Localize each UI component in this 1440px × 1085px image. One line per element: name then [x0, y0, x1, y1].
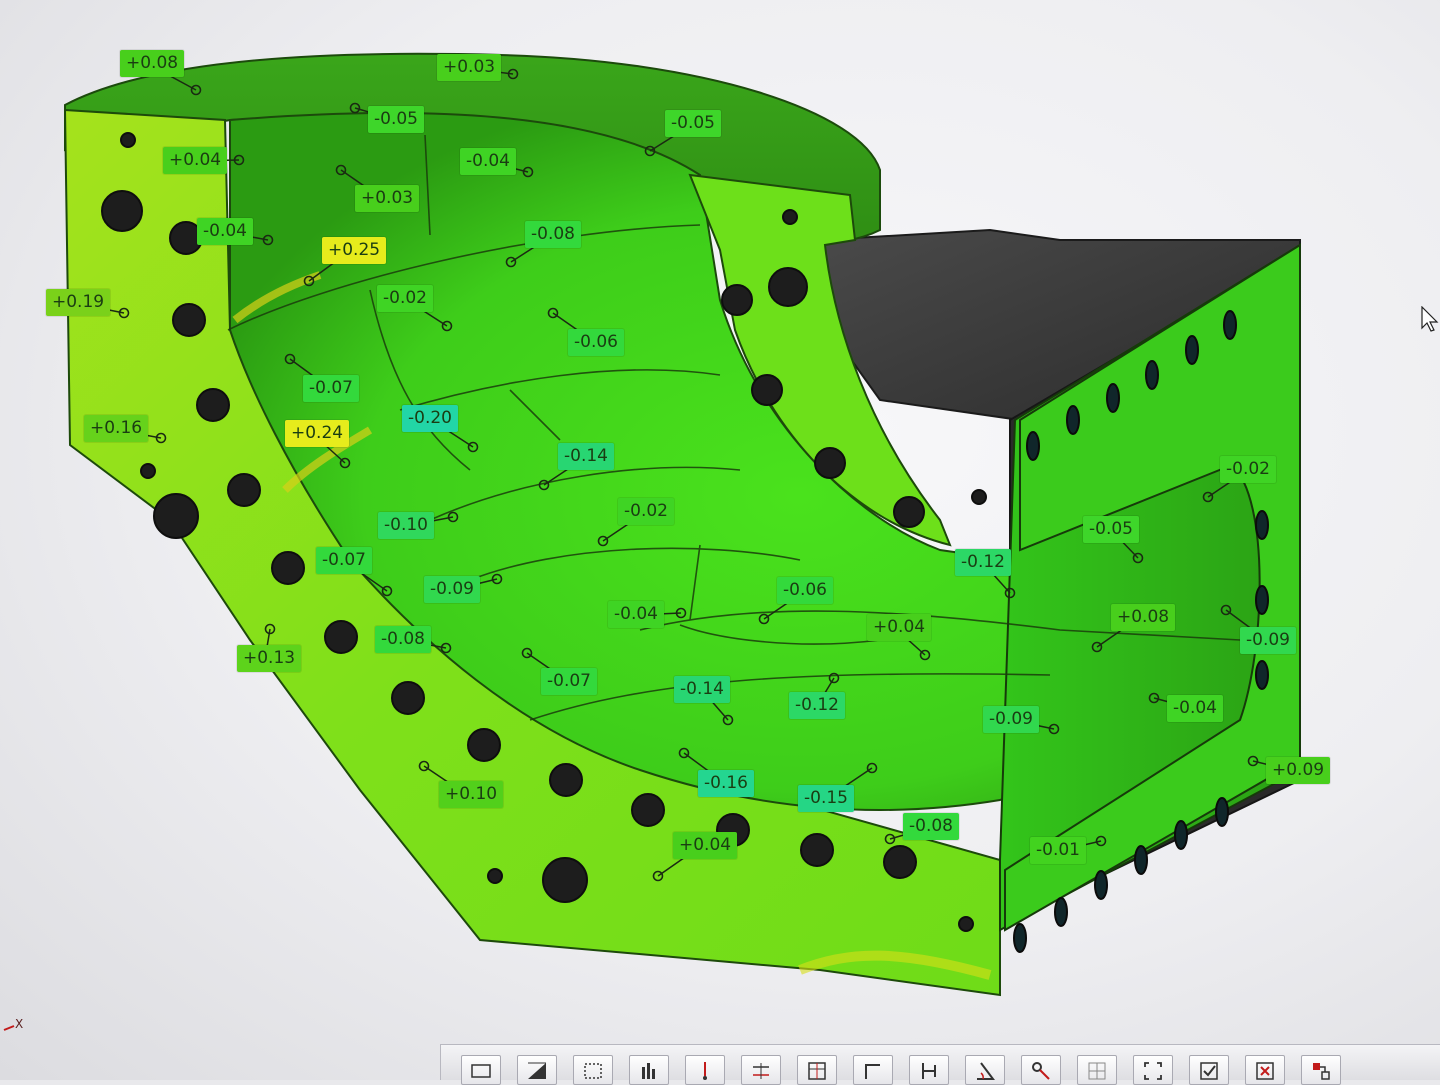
deviation-callout[interactable]: -0.08 — [903, 813, 959, 840]
deviation-callout[interactable]: +0.08 — [120, 50, 185, 77]
deviation-callout[interactable]: +0.13 — [237, 645, 302, 672]
fit-button[interactable] — [1133, 1055, 1173, 1085]
deviation-callout[interactable]: -0.05 — [368, 106, 424, 133]
report-table-icon — [808, 1062, 826, 1080]
delete-report-button[interactable] — [1245, 1055, 1285, 1085]
deviation-callout[interactable]: -0.12 — [789, 692, 845, 719]
histogram-icon — [642, 1063, 655, 1079]
align-icon — [1032, 1062, 1050, 1080]
shade-button[interactable] — [517, 1055, 557, 1085]
mouse-cursor-icon — [1421, 306, 1439, 332]
deviation-callout[interactable]: -0.07 — [316, 547, 372, 574]
tolerance-icon — [753, 1063, 769, 1079]
section-button[interactable] — [853, 1055, 893, 1085]
check-report-button[interactable] — [1189, 1055, 1229, 1085]
grid-button[interactable] — [1077, 1055, 1117, 1085]
deviation-callout[interactable]: -0.10 — [378, 512, 434, 539]
deviation-callout[interactable]: -0.04 — [460, 148, 516, 175]
select-box-button[interactable] — [573, 1055, 613, 1085]
deviation-callout[interactable]: +0.08 — [1111, 604, 1176, 631]
deviation-callout[interactable]: +0.04 — [867, 614, 932, 641]
deviation-callout[interactable]: -0.06 — [777, 577, 833, 604]
grid-icon — [1088, 1062, 1106, 1080]
deviation-callout[interactable]: +0.03 — [355, 185, 420, 212]
deviation-callout[interactable]: -0.09 — [1240, 627, 1296, 654]
deviation-callout[interactable]: +0.24 — [285, 420, 350, 447]
deviation-callout[interactable]: -0.04 — [1167, 695, 1223, 722]
section-icon — [865, 1064, 880, 1079]
deviation-callout[interactable]: -0.06 — [568, 329, 624, 356]
deviation-callout[interactable]: -0.14 — [674, 676, 730, 703]
view-icon — [471, 1064, 491, 1078]
deviation-callout[interactable]: +0.10 — [439, 781, 504, 808]
deviation-callout[interactable]: -0.07 — [303, 375, 359, 402]
3d-viewport[interactable]: +0.08 +0.03 -0.05 -0.05 +0.04 -0.04 +0.03 -0.04… — [0, 0, 1440, 1085]
dimension-icon — [922, 1063, 936, 1079]
deviation-callout[interactable]: -0.07 — [541, 668, 597, 695]
deviation-callout[interactable]: +0.04 — [163, 147, 228, 174]
deviation-callout[interactable]: +0.19 — [46, 289, 111, 316]
dimension-button[interactable] — [909, 1055, 949, 1085]
deviation-callout[interactable]: -0.08 — [375, 626, 431, 653]
point-deviation-button[interactable] — [685, 1055, 725, 1085]
shade-icon — [528, 1062, 546, 1079]
deviation-callout[interactable]: -0.05 — [665, 110, 721, 137]
deviation-callout[interactable]: -0.16 — [698, 770, 754, 797]
deviation-callout[interactable]: +0.16 — [84, 415, 149, 442]
deviation-callout[interactable]: +0.09 — [1266, 757, 1331, 784]
deviation-callout[interactable]: -0.05 — [1083, 516, 1139, 543]
point-deviation-icon — [703, 1062, 707, 1080]
report-table-button[interactable] — [797, 1055, 837, 1085]
deviation-callout[interactable]: -0.01 — [1030, 837, 1086, 864]
deviation-callout[interactable]: -0.14 — [558, 443, 614, 470]
deviation-callout[interactable]: -0.04 — [197, 218, 253, 245]
deviation-callout[interactable]: -0.15 — [798, 785, 854, 812]
deviation-callout[interactable]: -0.02 — [618, 498, 674, 525]
deviation-callout[interactable]: +0.25 — [322, 237, 387, 264]
check-report-icon — [1200, 1062, 1218, 1080]
deviation-callout[interactable]: -0.12 — [955, 549, 1011, 576]
deviation-callout[interactable]: -0.04 — [608, 601, 664, 628]
deviation-callout[interactable]: -0.09 — [424, 576, 480, 603]
select-box-icon — [584, 1063, 602, 1079]
axis-label-x: X — [15, 1017, 23, 1031]
angle-icon — [977, 1062, 995, 1080]
tolerance-button[interactable] — [741, 1055, 781, 1085]
view-front-button[interactable] — [461, 1055, 501, 1085]
deviation-callout[interactable]: -0.08 — [525, 221, 581, 248]
deviation-callout[interactable]: -0.02 — [377, 285, 433, 312]
angle-button[interactable] — [965, 1055, 1005, 1085]
deviation-callout[interactable]: -0.20 — [402, 405, 458, 432]
export-icon — [1313, 1063, 1330, 1080]
delete-report-icon — [1256, 1062, 1274, 1080]
axis-triad-icon: X — [3, 1017, 23, 1031]
align-button[interactable] — [1021, 1055, 1061, 1085]
deviation-callout[interactable]: +0.04 — [673, 832, 738, 859]
histogram-button[interactable] — [629, 1055, 669, 1085]
deviation-callout[interactable]: -0.02 — [1220, 456, 1276, 483]
deviation-callout[interactable]: +0.03 — [437, 54, 502, 81]
fit-icon — [1144, 1062, 1162, 1080]
bottom-toolbar — [440, 1044, 1440, 1085]
deviation-callout[interactable]: -0.09 — [983, 706, 1039, 733]
export-button[interactable] — [1301, 1055, 1341, 1085]
